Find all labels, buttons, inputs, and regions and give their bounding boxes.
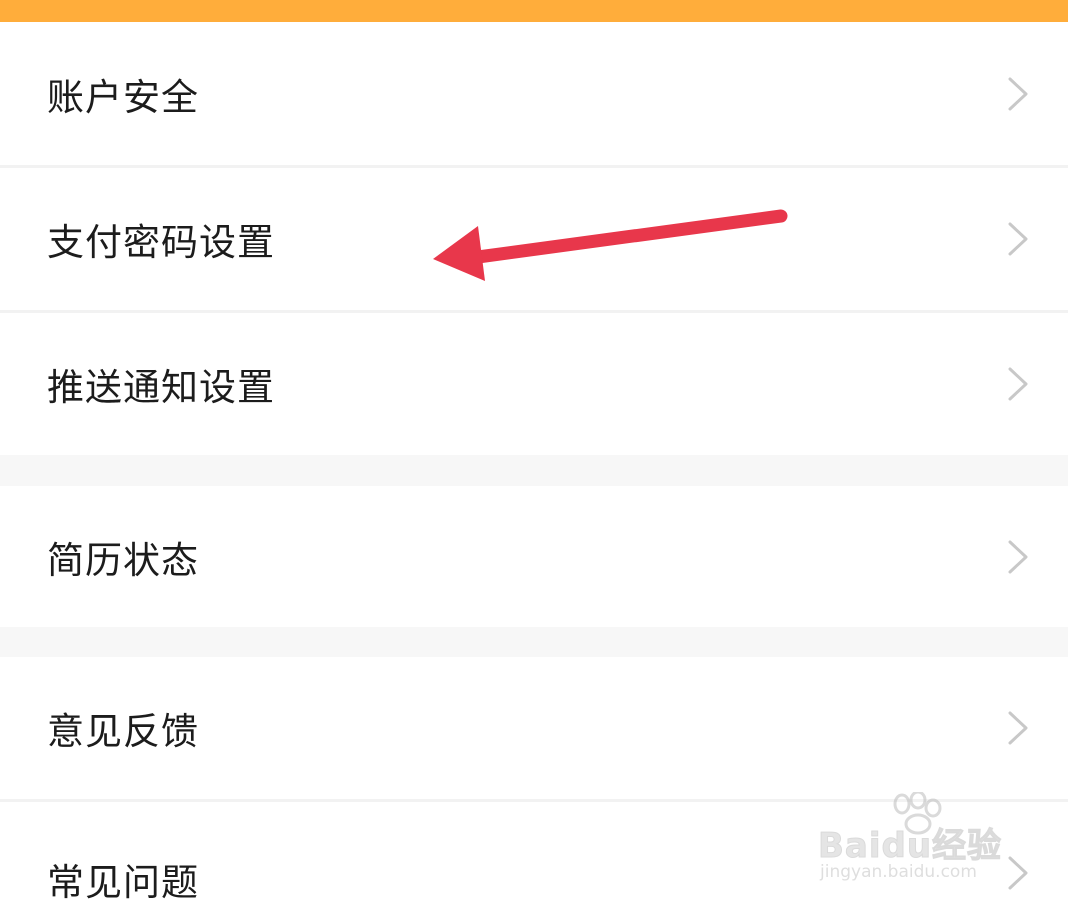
baidu-watermark: Baidu经验 jingyan.baidu.com: [817, 792, 1018, 892]
watermark-url: jingyan.baidu.com: [820, 862, 977, 882]
settings-page: 账户安全 支付密码设置 推送通知设置 简历状态 意见反馈 常见问题 Baidu经…: [0, 0, 1068, 909]
annotation-arrow-icon: [433, 209, 788, 281]
watermark-logo-text: Baidu经验: [817, 826, 1003, 867]
